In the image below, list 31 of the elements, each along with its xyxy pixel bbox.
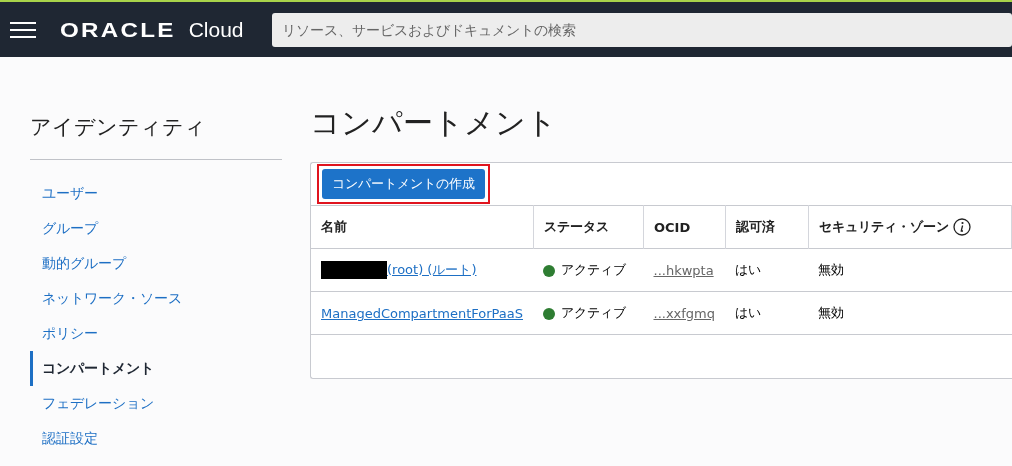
search-field[interactable]: リソース、サービスおよびドキュメントの検索: [271, 12, 1012, 47]
column-header: 認可済: [725, 205, 809, 249]
page-title: コンパートメント: [310, 104, 558, 142]
create-button[interactable]: コンパートメントの作成: [322, 169, 485, 199]
menu-icon[interactable]: [10, 20, 36, 39]
compartment-link[interactable]: ManagedCompartmentForPaaS: [321, 305, 523, 321]
sidebar-item[interactable]: ユーザー: [30, 176, 282, 211]
column-header: 名前: [311, 205, 533, 249]
sidebar-item[interactable]: 認証設定: [30, 421, 282, 456]
product-name: Cloud: [188, 17, 244, 42]
sidebar-title: アイデンティティ: [30, 113, 282, 160]
sidebar-item[interactable]: フェデレーション: [30, 386, 282, 421]
table-cell: はい: [725, 248, 809, 292]
column-label: セキュリティ・ゾーン: [818, 218, 949, 236]
column-header: ステータス: [533, 205, 644, 249]
ocid-link[interactable]: ...xxfgmq: [653, 305, 716, 321]
sidebar-item[interactable]: コンパートメント: [30, 351, 282, 386]
sidebar-item[interactable]: ポリシー: [30, 316, 282, 351]
status-text: アクティブ: [561, 305, 626, 320]
sidebar-item[interactable]: グループ: [30, 211, 282, 246]
ocid-link[interactable]: ...hkwpta: [653, 262, 714, 278]
table-cell: 無効: [808, 291, 1012, 335]
sidebar-item[interactable]: 動的グループ: [30, 246, 282, 281]
status-text: アクティブ: [561, 262, 626, 277]
table-cell: はい: [725, 291, 809, 335]
logo-text: ORACLE: [60, 17, 176, 42]
table-cell: 無効: [808, 248, 1012, 292]
sidebar-item[interactable]: ネットワーク・ソース: [30, 281, 282, 316]
info-icon[interactable]: [952, 218, 971, 236]
compartment-link[interactable]: (root) (ルート): [387, 261, 477, 277]
column-header: OCID: [643, 205, 726, 249]
